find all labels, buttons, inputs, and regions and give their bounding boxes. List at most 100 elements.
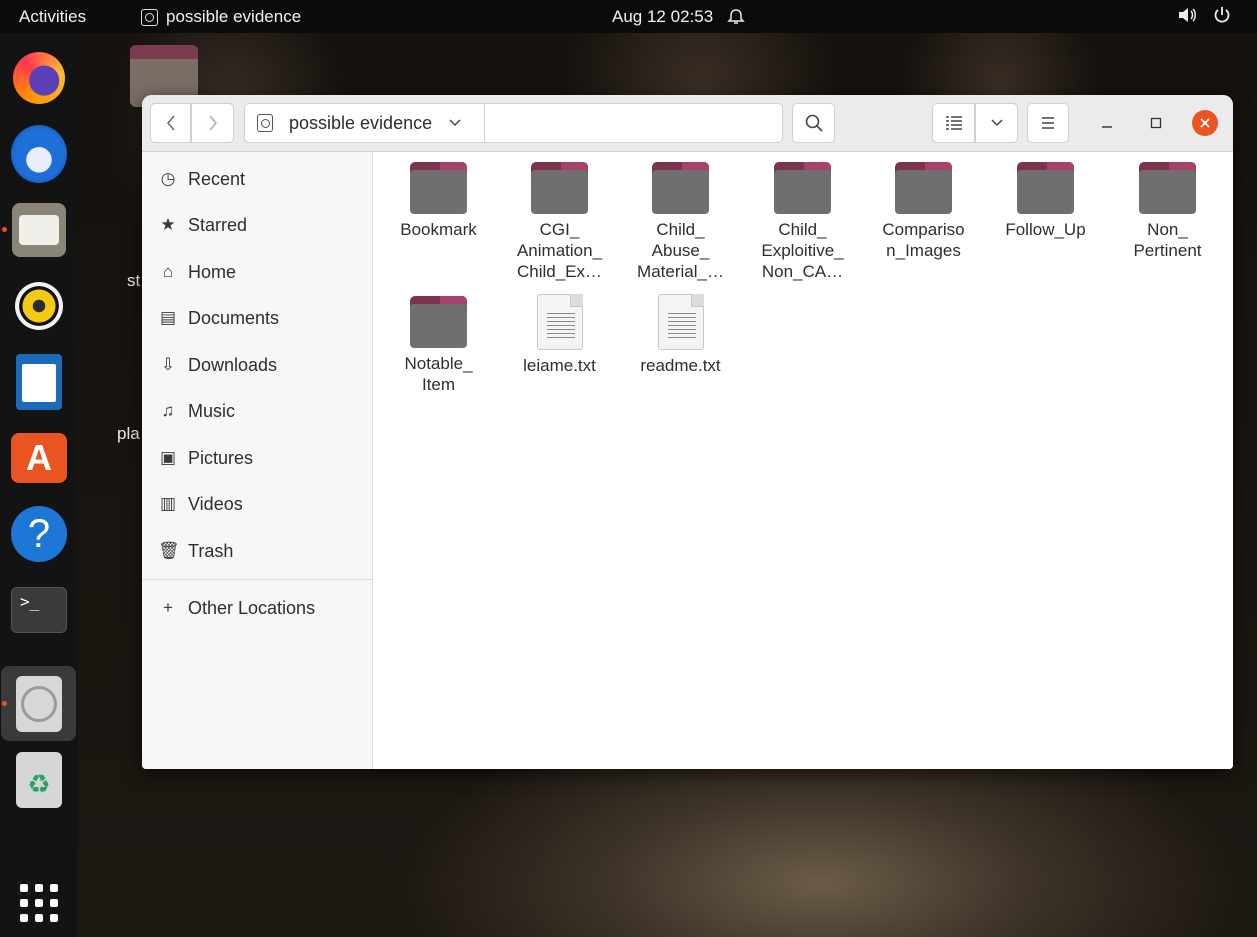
firefox-launcher[interactable] — [11, 50, 67, 106]
download-icon: ⇩ — [160, 355, 176, 374]
sidebar-item-label: Videos — [188, 493, 243, 514]
system-tray[interactable] — [1177, 6, 1231, 24]
path-bar[interactable]: possible evidence — [244, 103, 783, 143]
sidebar-item-label: Pictures — [188, 447, 254, 468]
sidebar-item-label: Music — [188, 400, 236, 421]
file-item-folder[interactable]: Follow_Up — [988, 162, 1103, 240]
app-menu-label: possible evidence — [166, 7, 302, 26]
volume-icon — [1179, 8, 1196, 22]
text-file-icon — [657, 294, 704, 350]
rhythmbox-launcher[interactable] — [11, 278, 67, 334]
sidebar-item-pictures[interactable]: ▣ Pictures — [158, 443, 253, 473]
file-item-folder[interactable]: Non_ Pertinent — [1110, 162, 1225, 261]
file-item-folder[interactable]: Notable_ Item — [381, 296, 496, 395]
maximize-button[interactable] — [1143, 110, 1169, 136]
chevron-right-icon — [208, 115, 217, 131]
trash-launcher[interactable]: ♻ — [11, 752, 67, 808]
dock: A ? >_ ♻ — [0, 33, 77, 937]
view-toggle-button[interactable] — [932, 103, 975, 143]
folder-icon — [410, 296, 467, 348]
app-menu[interactable]: possible evidence — [141, 7, 301, 27]
power-icon — [1214, 7, 1230, 23]
document-icon: ▤ — [159, 308, 177, 327]
app-center-icon: A — [11, 433, 67, 483]
sidebar-item-label: Starred — [188, 214, 248, 235]
clock-date: Aug 12 — [612, 7, 666, 26]
sidebar-item-label: Downloads — [188, 354, 278, 375]
disc-icon — [257, 114, 273, 132]
home-icon: ⌂ — [162, 262, 174, 281]
places-sidebar: ◷ Recent ★ Starred ⌂ Home ▤ Documents ⇩ … — [142, 152, 373, 769]
path-segment-label: possible evidence — [289, 112, 433, 133]
rhythmbox-icon — [15, 282, 63, 330]
files-icon — [12, 203, 66, 257]
sidebar-item-label: Recent — [188, 168, 246, 189]
help-launcher[interactable]: ? — [11, 506, 67, 562]
desktop-icon-label[interactable]: st — [127, 271, 140, 291]
grid-icon — [20, 884, 58, 922]
chevron-down-icon — [990, 119, 1003, 127]
clock-icon: ◷ — [160, 169, 176, 188]
text-file-icon — [536, 294, 583, 350]
file-item-text[interactable]: readme.txt — [623, 294, 738, 376]
disc-icon — [16, 676, 62, 732]
plus-icon: + — [163, 598, 173, 617]
minimize-button[interactable] — [1094, 110, 1120, 136]
disc-image-launcher[interactable] — [11, 676, 67, 732]
folder-icon — [531, 162, 588, 214]
search-button[interactable] — [792, 103, 835, 143]
file-item-label: CGI_ Animation_ Child_Ex… — [516, 220, 603, 281]
folder-icon — [410, 162, 467, 214]
sidebar-item-starred[interactable]: ★ Starred — [158, 210, 247, 240]
forward-button[interactable] — [191, 103, 234, 143]
sidebar-item-home[interactable]: ⌂ Home — [158, 257, 236, 287]
folder-icon — [1139, 162, 1196, 214]
folder-icon — [895, 162, 952, 214]
file-item-folder[interactable]: Child_ Abuse_ Material_… — [623, 162, 738, 282]
sidebar-item-other-locations[interactable]: + Other Locations — [158, 593, 315, 623]
path-segment-current[interactable]: possible evidence — [245, 104, 485, 142]
file-manager-window: possible evidence ◷ Recent ★ Starred ⌂ H… — [142, 95, 1233, 769]
file-item-folder[interactable]: Bookmark — [381, 162, 496, 240]
chevron-down-icon — [449, 119, 461, 127]
file-item-label: leiame.txt — [523, 356, 596, 375]
sidebar-item-label: Other Locations — [188, 597, 316, 618]
close-button[interactable] — [1192, 110, 1218, 136]
sidebar-item-trash[interactable]: 🗑 Trash — [158, 536, 233, 566]
sidebar-item-downloads[interactable]: ⇩ Downloads — [158, 350, 277, 380]
file-item-label: readme.txt — [640, 356, 721, 375]
activities-button[interactable]: Activities — [19, 7, 86, 27]
sidebar-item-music[interactable]: ♫ Music — [158, 396, 235, 426]
sidebar-item-recent[interactable]: ◷ Recent — [158, 164, 245, 194]
thunderbird-launcher[interactable] — [11, 125, 67, 183]
music-icon: ♫ — [161, 401, 175, 420]
top-bar: Activities possible evidence Aug 12 02:5… — [0, 0, 1257, 33]
app-center-launcher[interactable]: A — [11, 430, 67, 486]
help-icon: ? — [11, 506, 67, 562]
file-grid[interactable]: Bookmark CGI_ Animation_ Child_Ex… Child… — [374, 152, 1233, 769]
desktop-icon-label[interactable]: pla — [117, 424, 140, 444]
sidebar-divider — [142, 579, 373, 580]
sidebar-item-documents[interactable]: ▤ Documents — [158, 303, 279, 333]
writer-launcher[interactable] — [11, 354, 67, 410]
file-item-label: Notable_ Item — [404, 354, 473, 394]
sidebar-item-videos[interactable]: ▥ Videos — [158, 489, 243, 519]
main-menu-button[interactable] — [1027, 103, 1069, 143]
bell-icon — [727, 9, 745, 24]
show-apps-button[interactable] — [11, 875, 67, 931]
folder-icon — [1017, 162, 1074, 214]
clock[interactable]: Aug 12 02:53 — [612, 7, 745, 27]
file-item-folder[interactable]: Child_ Exploitive_ Non_CA… — [745, 162, 860, 282]
view-options-button[interactable] — [975, 103, 1018, 143]
file-item-folder[interactable]: CGI_ Animation_ Child_Ex… — [502, 162, 617, 282]
file-item-folder[interactable]: Compariso n_Images — [866, 162, 981, 261]
file-item-text[interactable]: leiame.txt — [502, 294, 617, 376]
hamburger-icon — [1042, 117, 1054, 129]
back-button[interactable] — [150, 103, 191, 143]
header-bar: possible evidence — [142, 95, 1233, 152]
running-indicator — [2, 701, 7, 706]
terminal-icon: >_ — [11, 587, 67, 633]
running-indicator — [2, 227, 7, 232]
files-launcher[interactable] — [11, 202, 67, 258]
terminal-launcher[interactable]: >_ — [11, 582, 67, 638]
